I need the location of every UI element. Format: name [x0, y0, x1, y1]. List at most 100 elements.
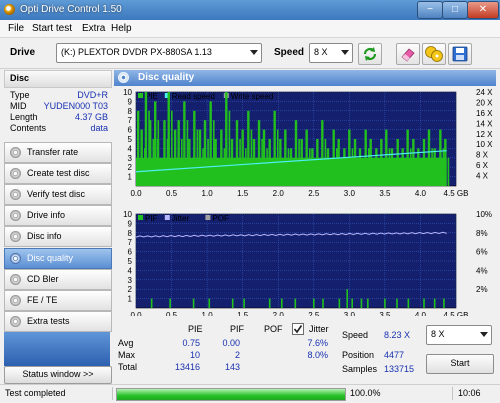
- pie-bar: [198, 129, 202, 186]
- pif-bar: [322, 298, 324, 308]
- pie-bar: [412, 139, 415, 186]
- menu-start-test[interactable]: Start test: [32, 23, 72, 34]
- stats-total-pif: 143: [224, 362, 240, 372]
- nav-disc-quality[interactable]: Disc quality: [4, 248, 112, 269]
- jitter-checkbox[interactable]: [292, 323, 304, 335]
- pif-bar: [192, 298, 195, 308]
- stats-total-pie: 13416: [174, 362, 200, 372]
- stats-avg-pie: 0.75: [182, 338, 200, 348]
- drive-label: Drive: [10, 47, 36, 58]
- menu-extra[interactable]: Extra: [82, 23, 105, 34]
- disc-icon: [10, 253, 21, 264]
- nav-extra-tests[interactable]: Extra tests: [4, 311, 112, 332]
- pie-bar: [188, 139, 191, 186]
- pie-bar: [239, 139, 241, 186]
- x-tick-label: 3.0: [344, 189, 356, 198]
- refresh-icon: [363, 47, 377, 61]
- pie-bar: [409, 148, 412, 186]
- stats-label-total: Total: [118, 362, 138, 372]
- stats-header-pif: PIF: [230, 324, 245, 334]
- nav-label: CD Bler: [27, 274, 59, 284]
- pie-bar: [262, 129, 266, 186]
- nav-create-test-disc[interactable]: Create test disc: [4, 163, 112, 184]
- y-tick-label: 10: [123, 210, 132, 219]
- progress-percent: 100.0%: [350, 388, 381, 398]
- charts-area: 0.0 0.5 1.0 1.5 2.0 2.5 3.0 3.5 4.0 4.5 GB 1 2 3 4 5 6 7…: [114, 86, 496, 320]
- status-text: Test completed: [5, 388, 66, 398]
- progress-bar: [116, 388, 346, 401]
- pie-bar: [228, 110, 231, 186]
- x-tick-label: 3.5: [379, 189, 391, 198]
- pie-bar: [144, 92, 148, 186]
- save-button[interactable]: [448, 43, 472, 65]
- legend-label: PIF: [145, 214, 158, 223]
- pif-bar: [433, 298, 436, 308]
- y2-tick-label: 10%: [476, 210, 492, 219]
- pie-bar: [214, 139, 217, 186]
- legend-label: Read speed: [172, 92, 215, 101]
- minimize-button[interactable]: −: [417, 1, 443, 19]
- y-tick-label: 8: [128, 107, 133, 116]
- drive-select[interactable]: (K:) PLEXTOR DVDR PX-880SA 1.13: [56, 43, 262, 63]
- nav-label: Disc quality: [27, 253, 74, 263]
- menu-file[interactable]: File: [8, 23, 24, 34]
- pie-bar: [160, 157, 162, 186]
- start-button[interactable]: Start: [426, 354, 494, 374]
- y2-tick-label: 8%: [476, 229, 488, 238]
- stats-header-jitter: Jitter: [309, 324, 329, 334]
- pie-bar: [351, 148, 354, 186]
- test-speed-select[interactable]: 8 X: [426, 325, 492, 345]
- disc-value: 4.37 GB: [74, 112, 108, 122]
- close-button[interactable]: ✕: [467, 1, 499, 19]
- speed-select[interactable]: 8 X: [309, 43, 353, 63]
- disc-icon: [10, 210, 21, 221]
- checkmark-icon: [293, 325, 303, 334]
- nav-drive-info[interactable]: Drive info: [4, 205, 112, 226]
- legend-label: POF: [212, 214, 229, 223]
- disc-icon: [10, 295, 21, 306]
- pie-bar: [234, 157, 236, 186]
- pie-bar: [436, 157, 439, 186]
- erase-button[interactable]: [396, 43, 420, 65]
- pie-bar: [346, 157, 349, 186]
- pif-bar: [423, 298, 425, 308]
- y2-tick-label: 8 X: [476, 151, 489, 160]
- maximize-button[interactable]: □: [442, 1, 468, 19]
- pie-bar: [311, 148, 314, 186]
- nav-transfer-rate[interactable]: Transfer rate: [4, 142, 112, 163]
- pie-bar: [256, 157, 258, 186]
- pie-bar: [298, 139, 300, 186]
- pif-bar: [231, 298, 234, 308]
- disc-icon: [10, 316, 21, 327]
- nav-fe-te[interactable]: FE / TE: [4, 290, 112, 311]
- stats-max-jitter: 8.0%: [307, 350, 328, 360]
- nav-cd-bler[interactable]: CD Bler: [4, 269, 112, 290]
- pie-bar: [362, 157, 364, 186]
- pie-bar: [343, 148, 346, 186]
- pie-bar: [316, 139, 319, 186]
- disc-value: DVD+R: [77, 90, 108, 100]
- disc-icon: [10, 168, 21, 179]
- refresh-button[interactable]: [358, 43, 382, 65]
- pie-bar: [217, 157, 220, 186]
- pie-bar: [173, 129, 177, 186]
- menu-help[interactable]: Help: [111, 23, 132, 34]
- y2-tick-label: 16 X: [476, 109, 493, 118]
- pie-bar: [404, 157, 407, 186]
- y-tick-label: 1: [128, 173, 133, 182]
- status-bar: Test completed 100.0% 10:06: [0, 384, 500, 403]
- copy-disc-button[interactable]: [422, 43, 446, 65]
- status-window-button[interactable]: Status window >>: [4, 366, 112, 384]
- stats-header-pie: PIE: [188, 324, 203, 334]
- nav-label: Disc info: [27, 231, 62, 241]
- pie-bar: [287, 148, 290, 186]
- stats-avg-jitter: 7.6%: [307, 338, 328, 348]
- nav-label: Extra tests: [27, 316, 70, 326]
- chevron-down-icon: [250, 50, 258, 55]
- nav-verify-test-disc[interactable]: Verify test disc: [4, 184, 112, 205]
- nav-disc-info[interactable]: Disc info: [4, 226, 112, 247]
- eraser-icon: [401, 48, 415, 62]
- y2-tick-label: 4 X: [476, 172, 489, 181]
- pie-bar: [364, 129, 367, 186]
- y-tick-label: 6: [128, 248, 133, 257]
